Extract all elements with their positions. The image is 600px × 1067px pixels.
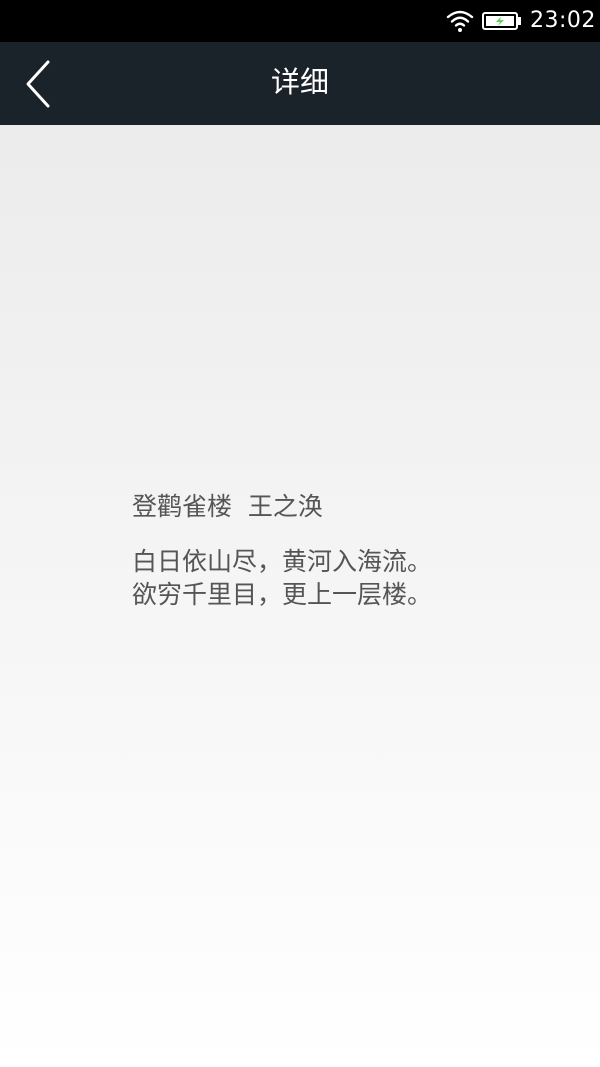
poem-line: 白日依山尽，黄河入海流。 bbox=[132, 547, 433, 576]
poem-content: 登鹳雀楼 王之涣 白日依山尽，黄河入海流。 欲穷千里目，更上一层楼。 bbox=[132, 490, 432, 611]
status-time: 23:02 bbox=[530, 8, 596, 33]
status-bar: 23:02 bbox=[0, 0, 600, 42]
battery-charging-icon bbox=[482, 12, 522, 30]
page-title: 详细 bbox=[270, 65, 329, 99]
screen: 23:02 详细 登鹳雀楼 王之涣 白日依山尽，黄河入海流。 欲穷千里目，更上一… bbox=[0, 0, 600, 1067]
title-bar: 详细 bbox=[0, 42, 600, 125]
poem-line: 欲穷千里目，更上一层楼。 bbox=[132, 580, 433, 609]
poem-title-author: 登鹳雀楼 王之涣 bbox=[132, 492, 323, 521]
wifi-icon bbox=[446, 9, 474, 33]
